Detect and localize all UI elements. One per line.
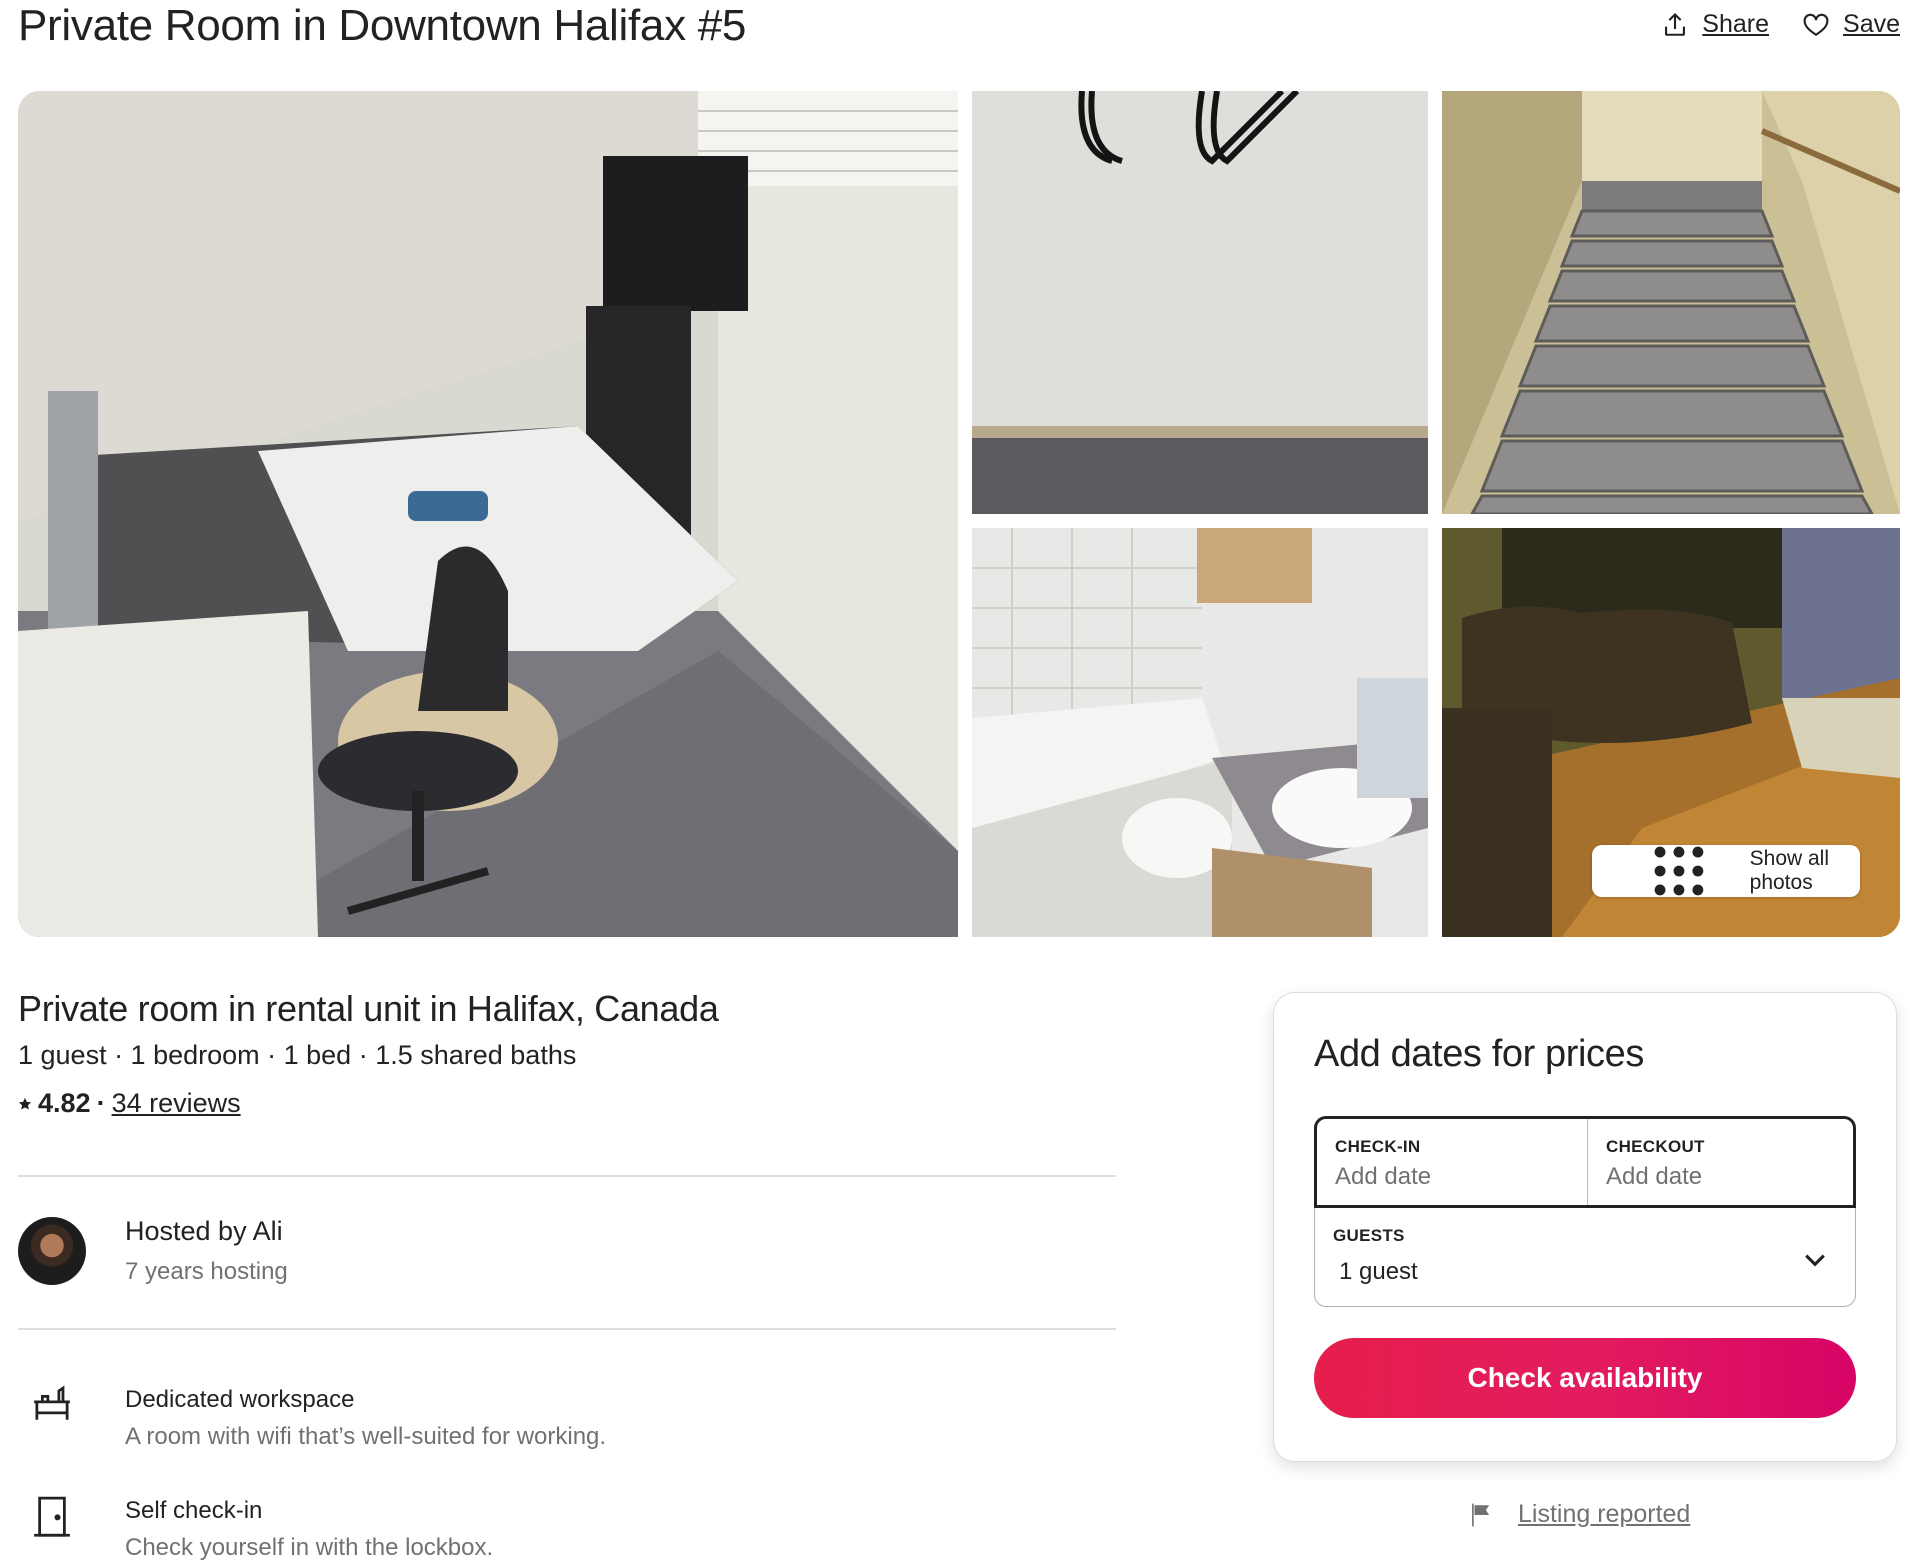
grid-dots-icon: [1654, 846, 1704, 896]
photo-gallery: Show all photos: [18, 91, 1900, 937]
checkout-field[interactable]: CHECKOUT Add date: [1588, 1119, 1859, 1205]
photo-bathroom[interactable]: [972, 528, 1428, 937]
listing-details: 1 guest · 1 bedroom · 1 bed · 1.5 shared…: [18, 1040, 577, 1070]
checkin-label: CHECK-IN: [1335, 1137, 1421, 1156]
check-availability-button[interactable]: Check availability: [1314, 1338, 1856, 1418]
photo-living-room[interactable]: Show all photos: [1442, 528, 1900, 937]
guests-label: GUESTS: [1333, 1226, 1405, 1245]
booking-card: Add dates for prices CHECK-IN Add date C…: [1273, 992, 1897, 1462]
flag-icon: [1472, 1503, 1490, 1526]
reviews-link[interactable]: 34 reviews: [112, 1088, 241, 1119]
chevron-down-icon: [1805, 1254, 1825, 1267]
desk-icon: [34, 1385, 70, 1420]
report-label: Listing reported: [1518, 1500, 1691, 1528]
feature-subtitle: A room with wifi that’s well-suited for …: [125, 1423, 607, 1450]
divider: [18, 1328, 1116, 1330]
guests-select[interactable]: GUESTS 1 guest: [1314, 1208, 1856, 1307]
checkout-value: Add date: [1606, 1163, 1703, 1190]
share-icon: [1665, 12, 1686, 36]
share-label: Share: [1702, 10, 1770, 38]
booking-title: Add dates for prices: [1314, 1033, 1644, 1075]
checkout-label: CHECKOUT: [1606, 1137, 1705, 1156]
top-actions: Share Save: [1662, 10, 1900, 39]
divider: [18, 1175, 1116, 1177]
rating-row: 4.82 · 34 reviews: [18, 1088, 241, 1119]
rating-value: 4.82: [38, 1088, 91, 1118]
door-icon: [34, 1496, 70, 1537]
host-avatar[interactable]: [18, 1217, 86, 1285]
listing-subtitle: Private room in rental unit in Halifax, …: [18, 988, 719, 1029]
rating-separator: ·: [96, 1088, 106, 1118]
checkin-value: Add date: [1335, 1163, 1432, 1190]
checkin-field[interactable]: CHECK-IN Add date: [1317, 1119, 1588, 1205]
listing-title: Private Room in Downtown Halifax #5: [18, 1, 747, 50]
host-name: Hosted by Ali: [125, 1216, 283, 1246]
report-listing[interactable]: Listing reported: [1468, 1500, 1690, 1529]
show-all-photos-label: Show all photos: [1749, 847, 1830, 894]
feature-subtitle: Check yourself in with the lockbox.: [125, 1534, 494, 1561]
star-icon: [18, 1097, 32, 1110]
save-label: Save: [1843, 10, 1900, 38]
photo-bedroom[interactable]: [18, 91, 958, 937]
date-picker: CHECK-IN Add date CHECKOUT Add date: [1314, 1116, 1856, 1208]
host-experience: 7 years hosting: [125, 1258, 288, 1285]
feature-title: Self check-in: [125, 1497, 263, 1524]
save-button[interactable]: Save: [1803, 10, 1900, 39]
photo-staircase[interactable]: [1442, 91, 1900, 514]
heart-icon: [1803, 13, 1829, 36]
feature-title: Dedicated workspace: [125, 1386, 355, 1413]
photo-closet-wall[interactable]: [972, 91, 1428, 514]
show-all-photos-button[interactable]: Show all photos: [1591, 845, 1860, 897]
share-button[interactable]: Share: [1662, 10, 1769, 39]
guests-value: 1 guest: [1339, 1258, 1418, 1285]
